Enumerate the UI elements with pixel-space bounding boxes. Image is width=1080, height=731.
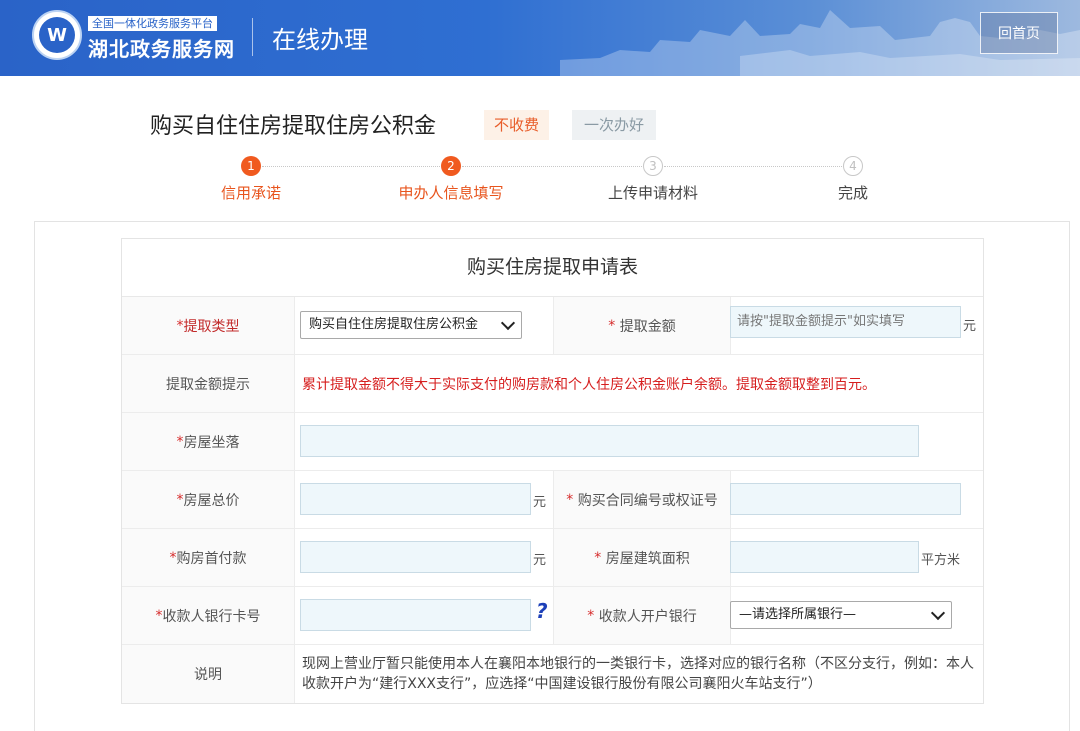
- tag-one-time: 一次办好: [572, 110, 657, 140]
- amount-hint-text: 累计提取金额不得大于实际支付的购房款和个人住房公积金账户余额。提取金额取整到百元…: [302, 376, 876, 393]
- step-number: 4: [843, 156, 863, 176]
- withdraw-type-label: * 提取类型: [122, 297, 295, 354]
- withdraw-amount-unit: 元: [963, 319, 977, 334]
- payee-card-label: * 收款人银行卡号: [122, 587, 295, 644]
- step-credit-promise: 1 信用承诺: [181, 156, 321, 203]
- progress-steps: 1 信用承诺 2 申办人信息填写 3 上传申请材料 4 完成: [0, 156, 1080, 206]
- down-payment-input[interactable]: [300, 541, 531, 573]
- down-payment-label: * 购房首付款: [122, 529, 295, 586]
- form-row: * 收款人银行卡号 ? * 收款人开户银行 —请选择所属银行—: [122, 587, 983, 645]
- step-label: 申办人信息填写: [398, 184, 504, 202]
- payee-bank-label: * 收款人开户银行: [553, 587, 731, 644]
- note-text: 现网上营业厅暂只能使用本人在襄阳本地银行的一类银行卡，选择对应的银行名称（不区分…: [302, 656, 974, 692]
- step-label: 完成: [837, 184, 868, 202]
- home-button[interactable]: 回首页: [980, 12, 1058, 54]
- building-area-input[interactable]: [730, 541, 919, 573]
- header-divider: [252, 18, 253, 56]
- step-complete: 4 完成: [783, 156, 923, 203]
- form-row: 说明 现网上营业厅暂只能使用本人在襄阳本地银行的一类银行卡，选择对应的银行名称（…: [122, 645, 983, 703]
- form-row: * 房屋坐落: [122, 413, 983, 471]
- house-total-price-label: * 房屋总价: [122, 471, 295, 528]
- form-row: * 提取类型 购买自住住房提取住房公积金 * 提取金额 请按"提取金额提示"如实填…: [122, 297, 983, 355]
- header-title: 在线办理: [272, 26, 368, 54]
- logo-emblem-icon: W: [39, 17, 75, 53]
- step-number: 3: [643, 156, 663, 176]
- house-location-label: * 房屋坐落: [122, 413, 295, 470]
- top-header: W 全国一体化政务服务平台 湖北政务服务网 在线办理 回首页: [0, 0, 1080, 76]
- step-label: 信用承诺: [220, 184, 281, 202]
- withdraw-amount-input[interactable]: 请按"提取金额提示"如实填写: [730, 306, 961, 338]
- step-number: 1: [241, 156, 261, 176]
- contract-no-input[interactable]: [730, 483, 961, 515]
- building-area-label: * 房屋建筑面积: [553, 529, 731, 586]
- brand-subtitle: 全国一体化政务服务平台: [88, 16, 217, 31]
- withdraw-type-select[interactable]: 购买自住住房提取住房公积金: [300, 311, 522, 339]
- down-payment-unit: 元: [533, 553, 547, 568]
- help-question-icon[interactable]: ?: [536, 599, 548, 623]
- step-applicant-info: 2 申办人信息填写: [381, 156, 521, 203]
- brand-name: 湖北政务服务网: [88, 37, 235, 61]
- house-location-input[interactable]: [300, 425, 919, 457]
- note-label: 说明: [122, 645, 295, 703]
- payee-card-input[interactable]: [300, 599, 531, 631]
- form-row: 提取金额提示 累计提取金额不得大于实际支付的购房款和个人住房公积金账户余额。提取…: [122, 355, 983, 413]
- contract-no-label: * 购买合同编号或权证号: [553, 471, 731, 528]
- form-row: * 购房首付款 元 * 房屋建筑面积 平方米: [122, 529, 983, 587]
- house-total-price-input[interactable]: [300, 483, 531, 515]
- tag-free: 不收费: [484, 110, 550, 140]
- step-label: 上传申请材料: [607, 184, 698, 202]
- step-upload-materials: 3 上传申请材料: [583, 156, 723, 203]
- payee-bank-select[interactable]: —请选择所属银行—: [730, 601, 952, 629]
- form-row: * 房屋总价 元 * 购买合同编号或权证号: [122, 471, 983, 529]
- building-area-unit: 平方米: [921, 553, 961, 568]
- chevron-down-icon: [930, 605, 946, 621]
- amount-hint-label: 提取金额提示: [122, 355, 295, 412]
- page-title: 购买自住住房提取住房公积金: [150, 114, 437, 139]
- chevron-down-icon: [500, 315, 516, 331]
- step-number: 2: [441, 156, 461, 176]
- withdraw-amount-label: * 提取金额: [553, 297, 731, 354]
- site-logo[interactable]: W: [32, 10, 82, 60]
- form-title: 购买住房提取申请表: [122, 239, 983, 297]
- house-total-price-unit: 元: [533, 495, 547, 510]
- application-form: 购买住房提取申请表 * 提取类型 购买自住住房提取住房公积金 * 提取金额 请按"…: [121, 238, 984, 704]
